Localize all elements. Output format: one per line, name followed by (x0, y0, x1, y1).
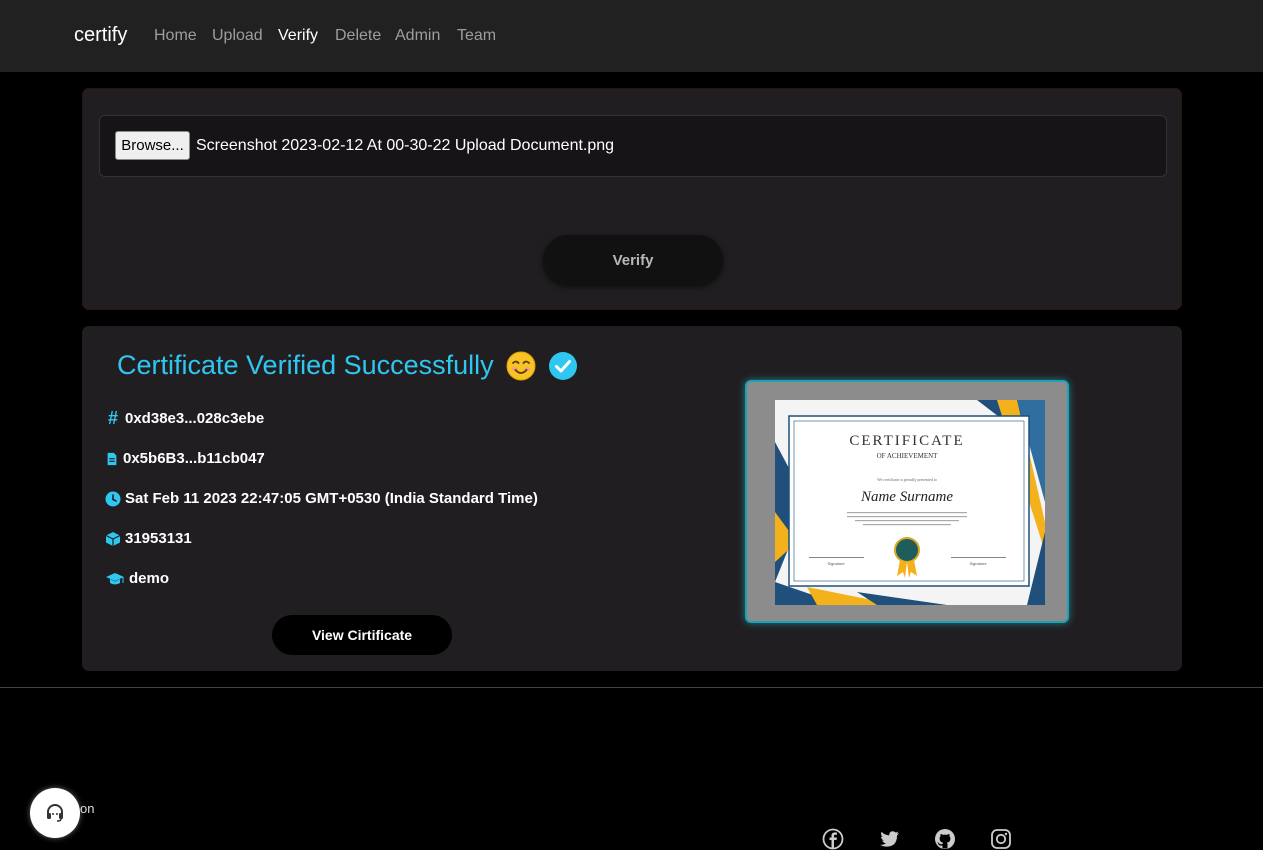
certificate-preview: CERTIFICATE OF ACHIEVEMENT We certificat… (745, 380, 1069, 623)
support-text: on (80, 801, 95, 816)
course-row: demo (105, 570, 169, 587)
block-row: 31953131 (105, 530, 192, 547)
address-value: 0x5b6B3...b11cb047 (123, 450, 265, 467)
result-panel: Certificate Verified Successfully # 0xd3… (82, 326, 1182, 671)
upload-panel: Browse... Screenshot 2023-02-12 At 00-30… (82, 88, 1182, 310)
certificate-heading: CERTIFICATE (849, 433, 964, 449)
graduation-cap-icon (106, 572, 124, 584)
timestamp-row: Sat Feb 11 2023 22:47:05 GMT+0530 (India… (105, 490, 538, 507)
support-chat-button[interactable] (30, 788, 80, 838)
timestamp-value: Sat Feb 11 2023 22:47:05 GMT+0530 (India… (125, 490, 538, 507)
nav-link-verify[interactable]: Verify (278, 27, 318, 45)
nav-link-team[interactable]: Team (457, 27, 496, 45)
browse-button[interactable]: Browse... (115, 131, 190, 160)
view-certificate-button[interactable]: View Cirtificate (272, 615, 452, 655)
certificate-image: CERTIFICATE OF ACHIEVEMENT We certificat… (747, 382, 1067, 621)
brand-logo[interactable]: certify (74, 24, 127, 47)
cube-icon (105, 531, 121, 546)
nav-link-delete[interactable]: Delete (335, 27, 381, 45)
twitter-icon[interactable] (878, 828, 900, 850)
hash-row: # 0xd38e3...028c3ebe (105, 408, 265, 428)
file-input[interactable]: Browse... Screenshot 2023-02-12 At 00-30… (99, 115, 1167, 177)
verified-check-icon (548, 351, 577, 380)
footer-divider (0, 687, 1263, 688)
certificate-presented: We certificate is proudly presented to (877, 477, 937, 482)
certificate-subheading: OF ACHIEVEMENT (877, 452, 939, 460)
hash-value: 0xd38e3...028c3ebe (125, 410, 265, 427)
address-row: 0x5b6B3...b11cb047 (105, 450, 265, 467)
file-icon (107, 452, 117, 465)
smiling-face-icon (506, 351, 536, 380)
facebook-icon[interactable] (822, 828, 844, 850)
certificate-signature-left: Signature (827, 561, 845, 566)
nav-link-admin[interactable]: Admin (395, 27, 440, 45)
result-title-row: Certificate Verified Successfully (117, 350, 578, 381)
file-name: Screenshot 2023-02-12 At 00-30-22 Upload… (196, 137, 615, 154)
block-value: 31953131 (125, 530, 192, 547)
headset-icon (47, 804, 63, 822)
clock-icon (105, 491, 121, 506)
certificate-name: Name Surname (860, 489, 953, 505)
nav-link-upload[interactable]: Upload (212, 27, 263, 45)
result-title: Certificate Verified Successfully (117, 350, 494, 380)
verify-button[interactable]: Verify (543, 235, 723, 285)
nav-link-home[interactable]: Home (154, 27, 197, 45)
instagram-icon[interactable] (990, 828, 1012, 850)
navbar: certify Home Upload Verify Delete Admin … (0, 0, 1263, 72)
github-icon[interactable] (934, 828, 956, 850)
course-value: demo (129, 570, 170, 587)
hashtag-icon: # (107, 408, 118, 428)
certificate-signature-right: Signature (969, 561, 987, 566)
